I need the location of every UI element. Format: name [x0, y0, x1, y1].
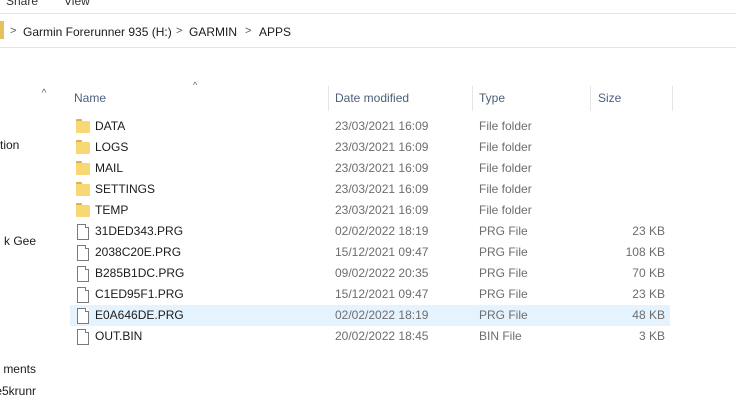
- chevron-right-icon[interactable]: >: [10, 25, 16, 37]
- file-icon: [76, 245, 90, 261]
- file-name: OUT.BIN: [95, 329, 143, 343]
- file-size: 23 KB: [632, 224, 665, 238]
- file-size: 48 KB: [632, 308, 665, 322]
- file-size: 3 KB: [638, 329, 665, 343]
- file-type: File folder: [479, 182, 532, 196]
- date-modified: 02/02/2022 18:19: [335, 308, 429, 322]
- drive-icon: [0, 21, 4, 39]
- date-modified: 09/02/2022 20:35: [335, 266, 429, 280]
- file-row[interactable]: DATA 23/03/2021 16:09 File folder: [70, 116, 670, 137]
- date-modified: 23/03/2021 16:09: [335, 203, 429, 217]
- folder-icon: [76, 161, 90, 176]
- file-type: File folder: [479, 119, 532, 133]
- date-modified: 23/03/2021 16:09: [335, 140, 429, 154]
- date-modified: 23/03/2021 16:09: [335, 182, 429, 196]
- column-header-name[interactable]: Name: [65, 86, 328, 111]
- ribbon-bar: Share View: [0, 0, 736, 14]
- file-name: SETTINGS: [95, 182, 156, 196]
- folder-icon: [76, 119, 90, 134]
- nav-item-fragment[interactable]: tion: [0, 138, 19, 152]
- file-name: MAIL: [95, 161, 124, 175]
- file-type: File folder: [479, 161, 532, 175]
- file-row[interactable]: E0A646DE.PRG 02/02/2022 18:19 PRG File 48 K…: [70, 305, 670, 326]
- column-header-size[interactable]: Size: [589, 86, 673, 111]
- file-name: DATA: [95, 119, 126, 133]
- date-modified: 23/03/2021 16:09: [335, 119, 429, 133]
- file-name: B285B1DC.PRG: [95, 266, 185, 280]
- file-name: 2038C20E.PRG: [95, 245, 182, 259]
- chevron-right-icon[interactable]: >: [176, 25, 182, 37]
- file-row[interactable]: C1ED95F1.PRG 15/12/2021 09:47 PRG File 23 K…: [70, 284, 670, 305]
- breadcrumb-garmin[interactable]: GARMIN: [189, 25, 237, 39]
- file-name: 31DED343.PRG: [95, 224, 184, 238]
- file-name: LOGS: [95, 140, 129, 154]
- date-modified: 15/12/2021 09:47: [335, 245, 429, 259]
- column-header-row: Name Date modified Type Size: [65, 86, 673, 111]
- nav-item-fragment[interactable]: e5krunr: [0, 384, 36, 397]
- navigation-pane: tion k Gee ments e5krunr: [0, 86, 36, 397]
- file-name: TEMP: [95, 203, 129, 217]
- file-row[interactable]: B285B1DC.PRG 09/02/2022 20:35 PRG File 70 K…: [70, 263, 670, 284]
- file-type: PRG File: [479, 245, 528, 259]
- scroll-up-icon[interactable]: ^: [36, 86, 52, 102]
- chevron-right-icon[interactable]: >: [245, 25, 251, 37]
- column-divider[interactable]: [672, 86, 673, 111]
- ribbon-tab-share[interactable]: Share: [6, 0, 38, 8]
- file-row[interactable]: LOGS 23/03/2021 16:09 File folder: [70, 137, 670, 158]
- file-icon: [76, 329, 90, 345]
- file-icon: [76, 308, 90, 324]
- folder-icon: [76, 140, 90, 155]
- file-type: BIN File: [479, 329, 522, 343]
- column-header-type[interactable]: Type: [470, 86, 590, 111]
- file-list: DATA 23/03/2021 16:09 File folder LOGS 23/03…: [70, 116, 670, 347]
- ribbon-tab-view[interactable]: View: [64, 0, 90, 8]
- breadcrumb-apps[interactable]: APPS: [259, 25, 291, 39]
- file-icon: [76, 224, 90, 240]
- file-name: C1ED95F1.PRG: [95, 287, 184, 301]
- file-size: 70 KB: [632, 266, 665, 280]
- file-type: File folder: [479, 140, 532, 154]
- file-size: 23 KB: [632, 287, 665, 301]
- date-modified: 15/12/2021 09:47: [335, 287, 429, 301]
- file-type: PRG File: [479, 224, 528, 238]
- date-modified: 20/02/2022 18:45: [335, 329, 429, 343]
- file-row[interactable]: SETTINGS 23/03/2021 16:09 File folder: [70, 179, 670, 200]
- file-row[interactable]: 2038C20E.PRG 15/12/2021 09:47 PRG File 108 …: [70, 242, 670, 263]
- file-name: E0A646DE.PRG: [95, 308, 184, 322]
- date-modified: 23/03/2021 16:09: [335, 161, 429, 175]
- nav-item-fragment[interactable]: ments: [3, 362, 36, 376]
- column-header-date[interactable]: Date modified: [326, 86, 472, 111]
- folder-icon: [76, 203, 90, 218]
- date-modified: 02/02/2022 18:19: [335, 224, 429, 238]
- folder-icon: [76, 182, 90, 197]
- file-row[interactable]: 31DED343.PRG 02/02/2022 18:19 PRG File 23 K…: [70, 221, 670, 242]
- nav-scrollbar[interactable]: [37, 104, 51, 397]
- file-icon: [76, 287, 90, 303]
- file-row[interactable]: TEMP 23/03/2021 16:09 File folder: [70, 200, 670, 221]
- file-type: PRG File: [479, 266, 528, 280]
- file-type: File folder: [479, 203, 532, 217]
- file-row[interactable]: OUT.BIN 20/02/2022 18:45 BIN File 3 KB: [70, 326, 670, 347]
- file-size: 108 KB: [625, 245, 665, 259]
- file-row[interactable]: MAIL 23/03/2021 16:09 File folder: [70, 158, 670, 179]
- file-type: PRG File: [479, 287, 528, 301]
- file-icon: [76, 266, 90, 282]
- address-bar[interactable]: > Garmin Forerunner 935 (H:) > GARMIN > …: [0, 16, 736, 48]
- nav-item-fragment[interactable]: k Gee: [4, 234, 36, 248]
- file-type: PRG File: [479, 308, 528, 322]
- breadcrumb-drive[interactable]: Garmin Forerunner 935 (H:): [23, 25, 172, 39]
